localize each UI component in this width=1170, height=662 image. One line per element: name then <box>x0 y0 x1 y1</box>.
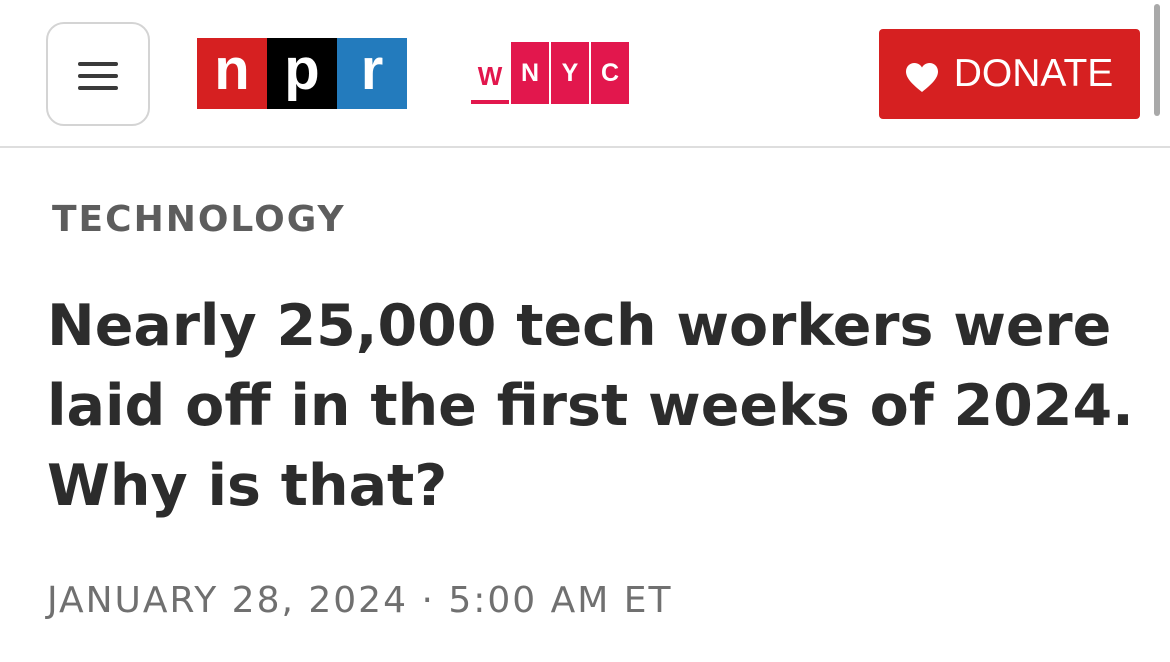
wnyc-logo-w: W <box>471 42 509 104</box>
article-dateline: JANUARY 28, 2024 · 5:00 AM ET <box>47 580 673 621</box>
donate-label: DONATE <box>953 52 1114 95</box>
site-header: n p r W N Y C DONATE <box>0 0 1170 148</box>
scrollbar[interactable] <box>1154 4 1160 116</box>
wnyc-logo-y: Y <box>551 42 589 104</box>
donate-button[interactable]: DONATE <box>879 29 1140 119</box>
article-date: JANUARY 28, 2024 <box>47 580 408 621</box>
heart-icon <box>905 59 938 92</box>
wnyc-logo-c: C <box>591 42 629 104</box>
section-label[interactable]: TECHNOLOGY <box>52 199 346 240</box>
dateline-separator: · <box>421 580 435 621</box>
npr-logo-p: p <box>267 38 337 109</box>
npr-logo-n: n <box>197 38 267 109</box>
wnyc-logo[interactable]: W N Y C <box>471 42 629 104</box>
article-headline: Nearly 25,000 tech workers were laid off… <box>47 293 1134 519</box>
page: n p r W N Y C DONATE TECHNOLOGY Nearly 2… <box>0 0 1170 662</box>
npr-logo[interactable]: n p r <box>197 38 407 109</box>
article-time: 5:00 AM ET <box>448 580 673 621</box>
wnyc-logo-n: N <box>511 42 549 104</box>
npr-logo-r: r <box>337 38 407 109</box>
menu-button[interactable] <box>46 22 150 126</box>
